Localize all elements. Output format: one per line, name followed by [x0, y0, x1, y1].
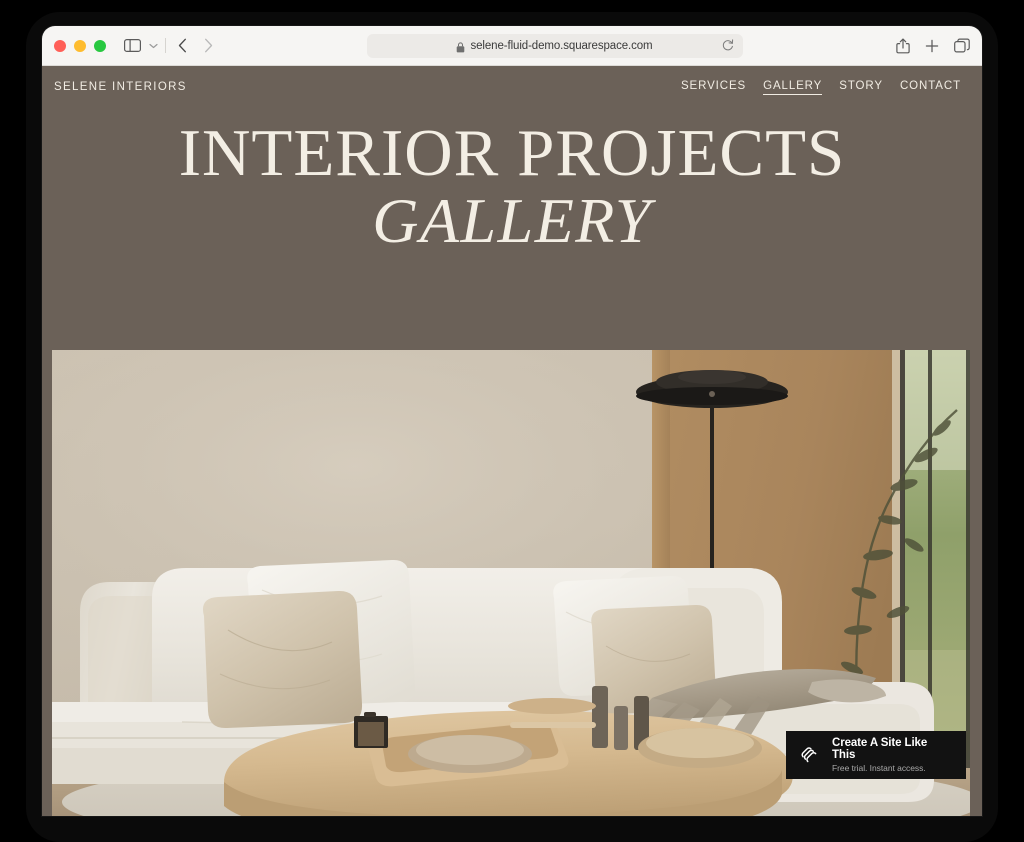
- minimize-window-button[interactable]: [74, 39, 86, 52]
- plus-icon[interactable]: [925, 39, 939, 53]
- lock-icon: [456, 40, 465, 53]
- hero-line-1: INTERIOR PROJECTS: [178, 116, 846, 190]
- browser-window: selene-fluid-demo.squarespace.com SELENE…: [42, 26, 982, 816]
- tabs-overview-icon[interactable]: [954, 38, 970, 53]
- website-content: SELENE INTERIORS SERVICES GALLERY STORY …: [42, 66, 982, 816]
- device-frame: selene-fluid-demo.squarespace.com SELENE…: [0, 0, 1024, 842]
- reload-icon[interactable]: [722, 38, 734, 53]
- site-navigation: SELENE INTERIORS SERVICES GALLERY STORY …: [42, 66, 982, 108]
- nav-item-gallery[interactable]: GALLERY: [763, 80, 823, 95]
- squarespace-logo-icon: [799, 745, 820, 766]
- forward-button[interactable]: [195, 34, 221, 58]
- share-icon[interactable]: [896, 38, 910, 54]
- nav-item-contact[interactable]: CONTACT: [900, 80, 961, 95]
- url-text: selene-fluid-demo.squarespace.com: [470, 39, 653, 52]
- sidebar-icon[interactable]: [120, 35, 144, 57]
- maximize-window-button[interactable]: [94, 39, 106, 52]
- badge-title: Create A Site Like This: [832, 737, 928, 761]
- address-bar-container: selene-fluid-demo.squarespace.com: [221, 33, 888, 58]
- window-controls: [54, 39, 106, 52]
- badge-text: Create A Site Like This Free trial. Inst…: [832, 737, 953, 773]
- squarespace-promo-badge[interactable]: Create A Site Like This Free trial. Inst…: [786, 731, 966, 779]
- nav-item-services[interactable]: SERVICES: [681, 80, 746, 95]
- site-logo[interactable]: SELENE INTERIORS: [54, 81, 187, 93]
- address-bar-content: selene-fluid-demo.squarespace.com: [456, 39, 653, 53]
- toolbar-divider: [165, 38, 166, 53]
- badge-subtitle: Free trial. Instant access.: [832, 763, 926, 773]
- back-button[interactable]: [169, 34, 195, 58]
- browser-toolbar: selene-fluid-demo.squarespace.com: [42, 26, 982, 66]
- hero-heading: INTERIOR PROJECTS GALLERY: [42, 108, 982, 255]
- nav-item-story[interactable]: STORY: [839, 80, 883, 95]
- toolbar-actions: [896, 38, 970, 54]
- chevron-down-icon[interactable]: [144, 35, 162, 57]
- address-bar[interactable]: selene-fluid-demo.squarespace.com: [366, 33, 743, 58]
- close-window-button[interactable]: [54, 39, 66, 52]
- site-menu: SERVICES GALLERY STORY CONTACT: [681, 80, 961, 95]
- hero-line-2: GALLERY: [372, 184, 652, 256]
